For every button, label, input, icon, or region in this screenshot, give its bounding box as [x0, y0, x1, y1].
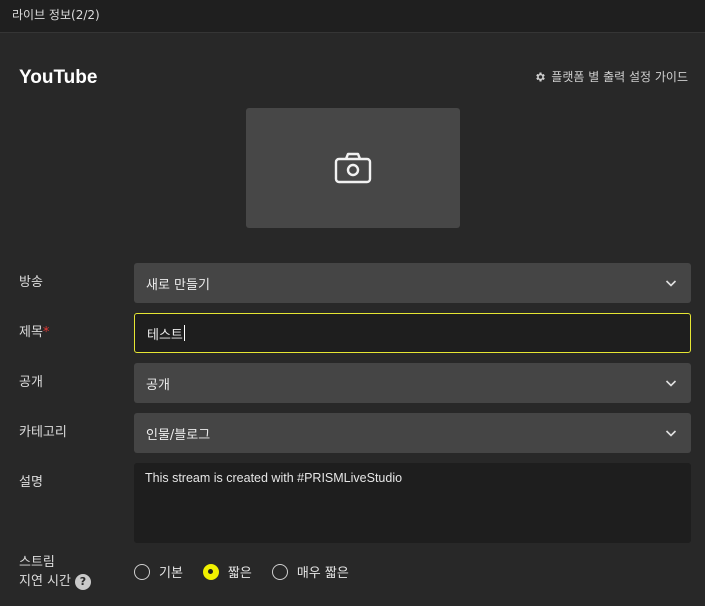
- latency-label: 스트림 지연 시간?: [19, 553, 91, 591]
- description-textarea[interactable]: This stream is created with #PRISMLiveSt…: [134, 463, 691, 543]
- broadcast-label: 방송: [19, 275, 43, 290]
- title-label: 제목*: [19, 321, 49, 340]
- required-mark: *: [42, 325, 50, 340]
- latency-label-text: 지연 시간: [19, 574, 71, 589]
- radio-button-selected[interactable]: [202, 563, 219, 580]
- category-label: 카테고리: [19, 425, 67, 440]
- category-select[interactable]: 인물/블로그: [134, 413, 691, 453]
- thumbnail-upload[interactable]: [246, 108, 460, 228]
- latency-option-normal[interactable]: 기본: [134, 562, 183, 581]
- camera-icon: [334, 152, 372, 184]
- privacy-label: 공개: [19, 375, 43, 390]
- guide-label: 플랫폼 별 출력 설정 가이드: [551, 70, 688, 84]
- radio-label: 짧은: [227, 566, 252, 581]
- title-value: 테스트: [147, 327, 183, 343]
- latency-option-ultra-low[interactable]: 매우 짧은: [271, 562, 349, 581]
- title-label-text: 제목: [19, 325, 43, 340]
- broadcast-select[interactable]: 새로 만들기: [134, 263, 691, 303]
- text-caret: [183, 325, 185, 341]
- radio-label: 기본: [159, 566, 183, 581]
- category-value: 인물/블로그: [146, 427, 211, 443]
- latency-label-line2: 지연 시간?: [19, 572, 91, 591]
- latency-radio-group: 기본 짧은 매우 짧은: [134, 562, 349, 581]
- platform-guide-link[interactable]: 플랫폼 별 출력 설정 가이드: [534, 68, 688, 85]
- radio-label: 매우 짧은: [296, 566, 349, 581]
- privacy-value: 공개: [146, 377, 170, 393]
- latency-label-line1: 스트림: [19, 555, 55, 570]
- chevron-down-icon: [665, 430, 677, 437]
- broadcast-value: 새로 만들기: [146, 277, 210, 293]
- privacy-select[interactable]: 공개: [134, 363, 691, 403]
- latency-option-low[interactable]: 짧은: [202, 562, 252, 581]
- window-titlebar: 라이브 정보(2/2): [0, 0, 705, 33]
- radio-button[interactable]: [271, 563, 288, 580]
- chevron-down-icon: [665, 280, 677, 287]
- platform-name: YouTube: [19, 67, 98, 88]
- help-icon[interactable]: ?: [74, 573, 91, 590]
- title-input[interactable]: 테스트: [134, 313, 691, 353]
- description-label: 설명: [19, 475, 43, 490]
- radio-button[interactable]: [134, 563, 150, 580]
- window-title: 라이브 정보(2/2): [12, 8, 100, 22]
- gear-icon: [536, 72, 546, 81]
- chevron-down-icon: [665, 380, 677, 387]
